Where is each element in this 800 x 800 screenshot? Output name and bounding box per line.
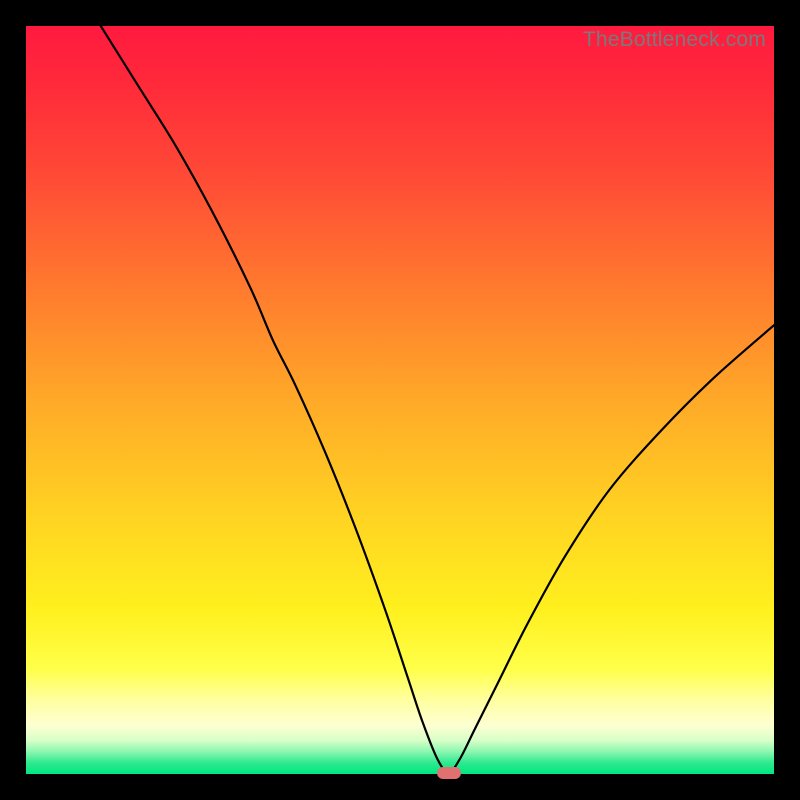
- bottleneck-curve: [26, 26, 774, 774]
- optimal-point-marker: [437, 767, 461, 779]
- chart-frame: TheBottleneck.com: [0, 0, 800, 800]
- chart-plot-area: TheBottleneck.com: [26, 26, 774, 774]
